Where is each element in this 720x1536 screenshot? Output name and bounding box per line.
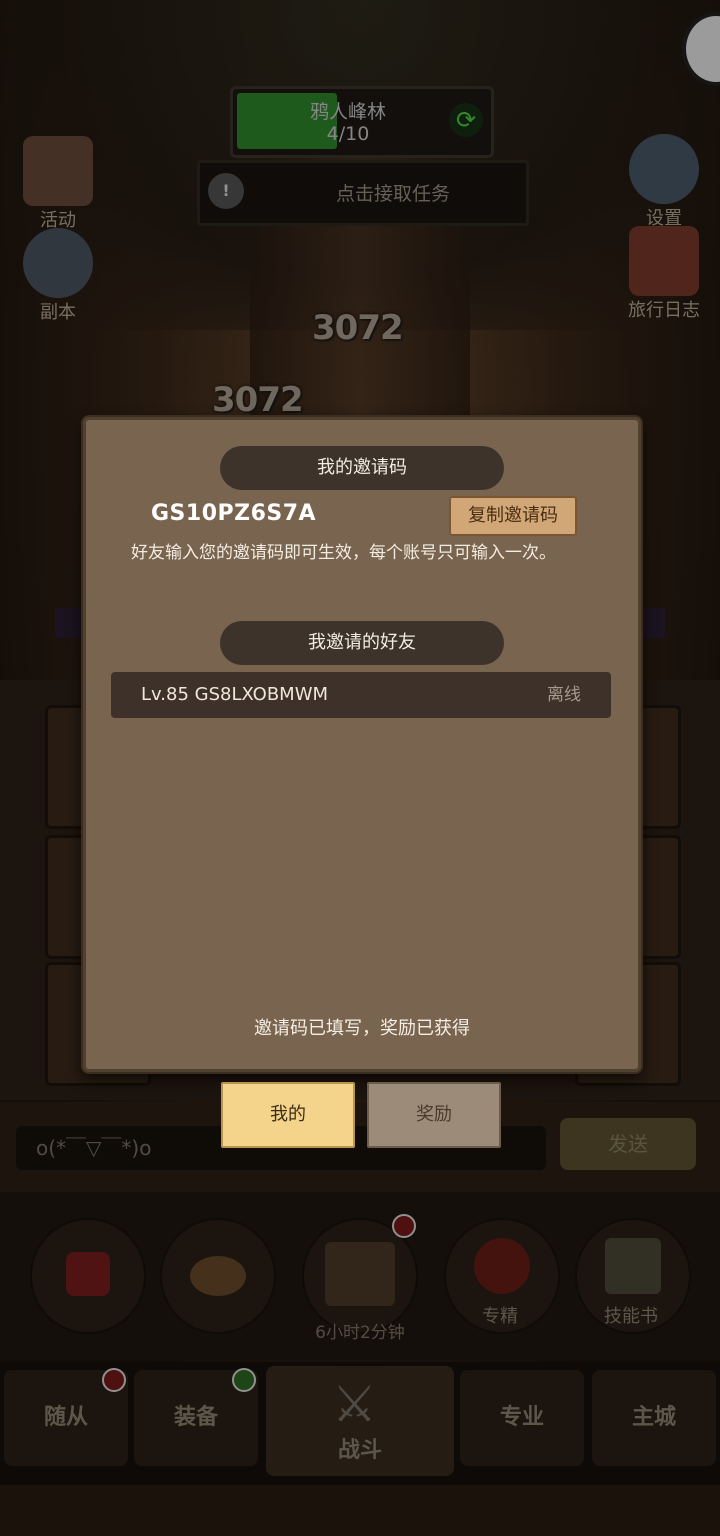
friends-title: 我邀请的好友 — [220, 621, 504, 665]
invite-hint: 好友输入您的邀请码即可生效，每个账号只可输入一次。 — [131, 543, 556, 563]
friend-name: Lv.85 GS8LXOBMWM — [141, 684, 329, 705]
invite-modal: 我的邀请码 GS10PZ6S7A 复制邀请码 好友输入您的邀请码即可生效，每个账… — [81, 415, 643, 1074]
tab-mine[interactable]: 我的 — [221, 1082, 355, 1148]
copy-code-button[interactable]: 复制邀请码 — [449, 496, 577, 536]
invite-code: GS10PZ6S7A — [151, 501, 317, 526]
friend-status: 离线 — [547, 685, 581, 705]
tab-reward[interactable]: 奖励 — [367, 1082, 501, 1148]
invite-status: 邀请码已填写，奖励已获得 — [254, 1018, 470, 1039]
friend-row[interactable]: Lv.85 GS8LXOBMWM 离线 — [111, 672, 611, 718]
my-code-title: 我的邀请码 — [220, 446, 504, 490]
